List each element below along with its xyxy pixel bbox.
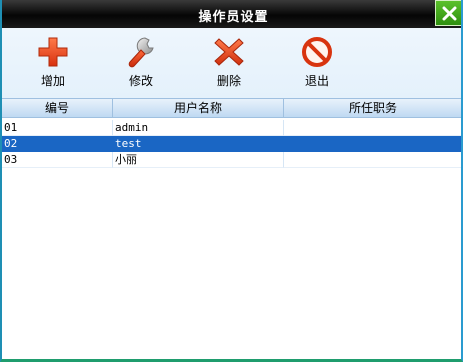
cell-role [284, 152, 461, 168]
cell-username: 小丽 [113, 152, 284, 168]
cell-role [284, 136, 461, 152]
close-button[interactable] [435, 0, 461, 26]
operator-table: 编号 用户名称 所任职务 01 admin 02 test 03 小丽 [2, 98, 461, 359]
column-header-id[interactable]: 编号 [2, 99, 113, 117]
add-button-label: 增加 [40, 74, 65, 88]
plus-icon [38, 37, 68, 67]
cell-id: 02 [2, 136, 113, 152]
cell-id: 03 [2, 152, 113, 168]
edit-button-label: 修改 [128, 74, 153, 88]
delete-x-icon [214, 38, 244, 66]
add-button[interactable]: 增加 [25, 35, 81, 93]
table-row[interactable]: 03 小丽 [2, 152, 461, 168]
exit-button[interactable]: 退出 [289, 35, 345, 93]
exit-button-label: 退出 [304, 74, 329, 88]
window-title: 操作员设置 [198, 10, 269, 25]
table-row[interactable]: 01 admin [2, 120, 461, 136]
operator-settings-window: 操作员设置 增加 修改 删除 退出 编号 用户名称 所任职务 01 admin … [0, 0, 463, 362]
cell-id: 01 [2, 120, 113, 136]
wrench-icon [128, 37, 154, 68]
delete-button-label: 删除 [216, 74, 241, 88]
table-header: 编号 用户名称 所任职务 [2, 98, 461, 118]
edit-button[interactable]: 修改 [113, 35, 169, 93]
column-header-username[interactable]: 用户名称 [113, 99, 284, 117]
cell-username: test [113, 136, 284, 152]
close-icon [442, 6, 457, 21]
table-row-selected[interactable]: 02 test [2, 136, 461, 152]
title-bar: 操作员设置 [2, 0, 461, 28]
exit-prohibited-icon [302, 37, 332, 67]
delete-button[interactable]: 删除 [201, 35, 257, 93]
cell-username: admin [113, 120, 284, 136]
column-header-role[interactable]: 所任职务 [284, 99, 461, 117]
toolbar: 增加 修改 删除 退出 [2, 28, 461, 98]
cell-role [284, 120, 461, 136]
